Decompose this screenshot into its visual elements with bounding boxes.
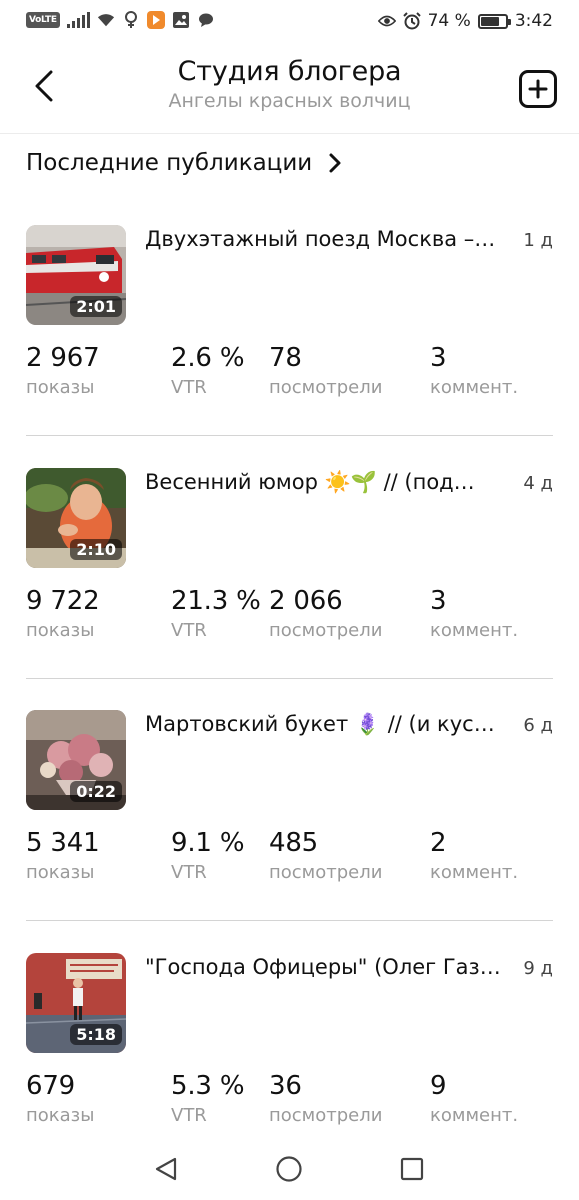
stat-impressions: 9 722 показы — [26, 586, 100, 641]
publication-item[interactable]: 2:01 Двухэтажный поезд Москва –… 1 д 2 9… — [26, 225, 553, 468]
publication-age: 4 д — [523, 473, 553, 494]
publication-title[interactable]: Весенний юмор ☀️🌱 // (под… — [145, 470, 515, 495]
stat-value: 679 — [26, 1071, 76, 1101]
nav-recents-button[interactable] — [395, 1152, 429, 1186]
stat-label: посмотрели — [269, 1105, 383, 1126]
stat-value: 9 — [430, 1071, 447, 1101]
stat-comments: 3 коммент. — [430, 343, 518, 398]
stat-value: 2 — [430, 828, 447, 858]
media-app-icon — [146, 11, 165, 29]
publication-age: 6 д — [523, 715, 553, 736]
stat-label: показы — [26, 377, 95, 398]
stat-comments: 9 коммент. — [430, 1071, 518, 1126]
video-duration: 0:22 — [70, 781, 122, 802]
stat-value: 3 — [430, 343, 447, 373]
stat-views: 2 066 посмотрели — [269, 586, 382, 641]
system-nav-bar — [0, 1140, 579, 1200]
stat-label: посмотрели — [269, 620, 383, 641]
battery-icon — [477, 13, 511, 29]
stat-impressions: 679 показы — [26, 1071, 94, 1126]
stat-label: показы — [26, 1105, 95, 1126]
clock: 3:42 — [514, 11, 553, 31]
stat-value: 21.3 % — [171, 586, 261, 616]
status-bar: VoLTE 74 % 3:42 — [0, 0, 579, 44]
chat-icon — [197, 11, 215, 29]
battery-percent: 74 % — [427, 11, 471, 31]
plus-icon — [528, 79, 548, 99]
stat-value: 485 — [269, 828, 319, 858]
stat-label: коммент. — [430, 377, 519, 398]
stat-vtr: 21.3 % VTR — [171, 586, 261, 641]
stat-value: 3 — [430, 586, 447, 616]
stat-label: VTR — [171, 862, 207, 883]
divider — [26, 677, 553, 679]
wifi-icon — [97, 11, 115, 29]
divider — [26, 434, 553, 436]
video-thumbnail[interactable]: 5:18 — [26, 953, 126, 1053]
add-publication-button[interactable] — [519, 70, 557, 108]
publication-age: 1 д — [523, 230, 553, 251]
stat-label: посмотрели — [269, 377, 383, 398]
stat-impressions: 2 967 показы — [26, 343, 100, 398]
stat-value: 2.6 % — [171, 343, 245, 373]
back-triangle-icon — [155, 1157, 177, 1181]
video-thumbnail[interactable]: 0:22 — [26, 710, 126, 810]
stat-vtr: 9.1 % VTR — [171, 828, 245, 883]
video-duration: 5:18 — [70, 1024, 122, 1045]
stat-label: показы — [26, 620, 95, 641]
home-circle-icon — [276, 1156, 302, 1182]
stat-label: VTR — [171, 377, 207, 398]
signal-icon — [66, 12, 90, 28]
stat-value: 2 967 — [26, 343, 100, 373]
channel-name: Ангелы красных волчиц — [168, 90, 411, 112]
video-duration: 2:01 — [70, 296, 122, 317]
publication-title[interactable]: "Господа Офицеры" (Олег Газ… — [145, 955, 515, 979]
video-duration: 2:10 — [70, 539, 122, 560]
stat-views: 78 посмотрели — [269, 343, 382, 398]
stat-value: 2 066 — [269, 586, 343, 616]
stat-comments: 2 коммент. — [430, 828, 518, 883]
stat-value: 78 — [269, 343, 302, 373]
stat-label: коммент. — [430, 862, 519, 883]
section-title: Последние публикации — [26, 150, 313, 176]
publication-title[interactable]: Мартовский букет 🪻 // (и кус… — [145, 712, 515, 737]
nav-home-button[interactable] — [272, 1152, 306, 1186]
publication-title[interactable]: Двухэтажный поезд Москва –… — [145, 227, 515, 251]
publication-item[interactable]: 2:10 Весенний юмор ☀️🌱 // (под… 4 д 9 72… — [26, 468, 553, 711]
stat-value: 5.3 % — [171, 1071, 245, 1101]
stat-value: 9.1 % — [171, 828, 245, 858]
stat-vtr: 5.3 % VTR — [171, 1071, 245, 1126]
stat-comments: 3 коммент. — [430, 586, 518, 641]
publication-age: 9 д — [523, 958, 553, 979]
vpn-icon — [122, 11, 140, 29]
volte-indicator: VoLTE — [26, 12, 60, 28]
stat-value: 9 722 — [26, 586, 100, 616]
recent-publications-link[interactable]: Последние публикации — [26, 150, 342, 176]
stat-value: 5 341 — [26, 828, 100, 858]
stat-views: 485 посмотрели — [269, 828, 382, 883]
stat-impressions: 5 341 показы — [26, 828, 100, 883]
recents-square-icon — [400, 1157, 424, 1181]
header: Студия блогера Ангелы красных волчиц — [0, 44, 579, 134]
alarm-icon — [402, 12, 421, 30]
publication-item[interactable]: 0:22 Мартовский букет 🪻 // (и кус… 6 д 5… — [26, 710, 553, 953]
stat-label: VTR — [171, 1105, 207, 1126]
stat-views: 36 посмотрели — [269, 1071, 382, 1126]
stat-label: VTR — [171, 620, 207, 641]
stat-label: коммент. — [430, 620, 519, 641]
divider — [26, 919, 553, 921]
video-thumbnail[interactable]: 2:10 — [26, 468, 126, 568]
stat-vtr: 2.6 % VTR — [171, 343, 245, 398]
nav-back-button[interactable] — [149, 1152, 183, 1186]
stat-label: коммент. — [430, 1105, 519, 1126]
stat-value: 36 — [269, 1071, 302, 1101]
video-thumbnail[interactable]: 2:01 — [26, 225, 126, 325]
page-title: Студия блогера — [177, 56, 402, 87]
stat-label: посмотрели — [269, 862, 383, 883]
chevron-right-icon — [329, 153, 341, 173]
eye-icon — [377, 12, 396, 30]
gallery-icon — [172, 11, 190, 29]
stat-label: показы — [26, 862, 95, 883]
